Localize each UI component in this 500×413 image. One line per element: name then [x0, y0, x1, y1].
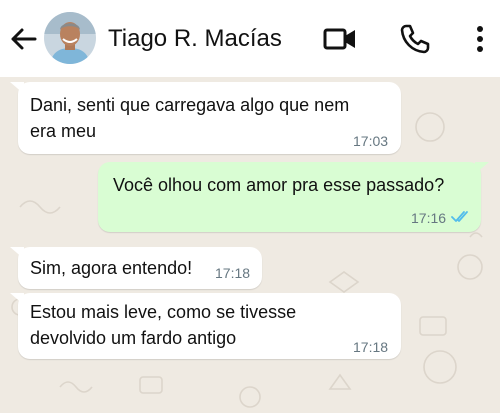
message-text: Sim, agora entendo! [30, 255, 192, 281]
message-line: Estou mais leve, como se tivesse [30, 302, 297, 322]
message-line: Sim, agora entendo! [30, 258, 193, 278]
message-time: 17:18 [353, 339, 389, 355]
avatar[interactable] [44, 12, 96, 64]
message-time: 17:18 [215, 265, 251, 281]
message-bubble-incoming[interactable]: Sim, agora entendo! 17:18 [10, 247, 262, 289]
bubble-tail [10, 82, 24, 94]
message-text: Estou mais leve, como se tivesse devolvi… [30, 299, 296, 351]
more-vertical-icon[interactable] [468, 22, 492, 56]
phone-icon[interactable] [398, 22, 430, 54]
message-text: Você olhou com amor pra esse passado? [113, 172, 444, 198]
message-text: Dani, senti que carregava algo que nem e… [30, 92, 349, 144]
video-camera-icon[interactable] [322, 24, 358, 54]
message-bubble-incoming[interactable]: Dani, senti que carregava algo que nem e… [10, 82, 401, 154]
chat-area[interactable]: Dani, senti que carregava algo que nem e… [0, 77, 500, 413]
message-line: Dani, senti que carregava algo que nem [30, 95, 350, 115]
bubble-tail [10, 247, 24, 259]
contact-name[interactable]: Tiago R. Macías [108, 25, 282, 53]
message-line: era meu [30, 121, 97, 141]
bubble-tail [10, 293, 24, 305]
message-bubble-outgoing[interactable]: Você olhou com amor pra esse passado? 17… [98, 162, 489, 232]
message-line: devolvido um fardo antigo [30, 328, 237, 348]
message-line: Você olhou com amor pra esse passado? [113, 175, 445, 195]
message-time: 17:16 [411, 210, 447, 226]
message-bubble-incoming[interactable]: Estou mais leve, como se tivesse devolvi… [10, 293, 401, 359]
chat-header: Tiago R. Macías [0, 0, 500, 77]
double-check-icon [451, 211, 468, 222]
bubble-tail [475, 162, 489, 174]
message-time: 17:03 [353, 133, 389, 149]
arrow-back-icon[interactable] [8, 24, 38, 54]
